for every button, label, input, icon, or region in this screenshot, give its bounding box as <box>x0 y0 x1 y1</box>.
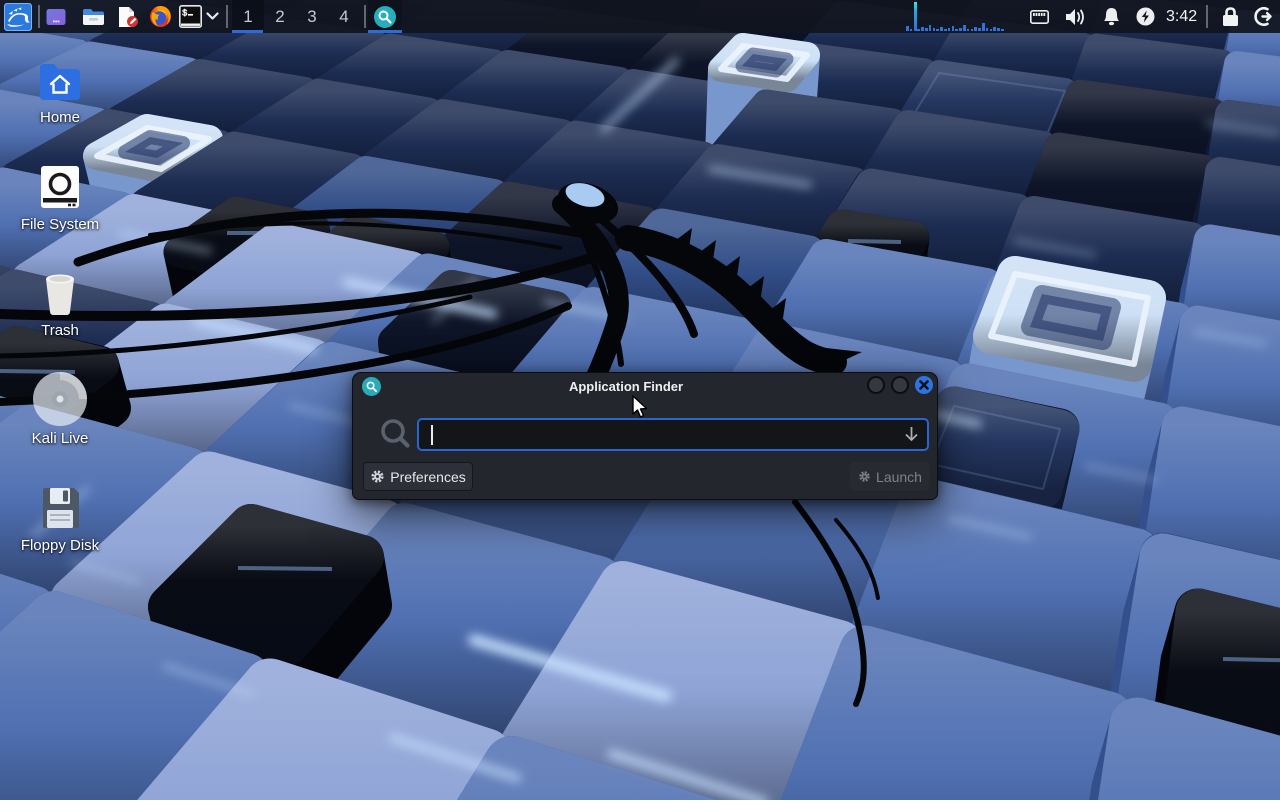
svg-text:$: $ <box>182 9 188 19</box>
